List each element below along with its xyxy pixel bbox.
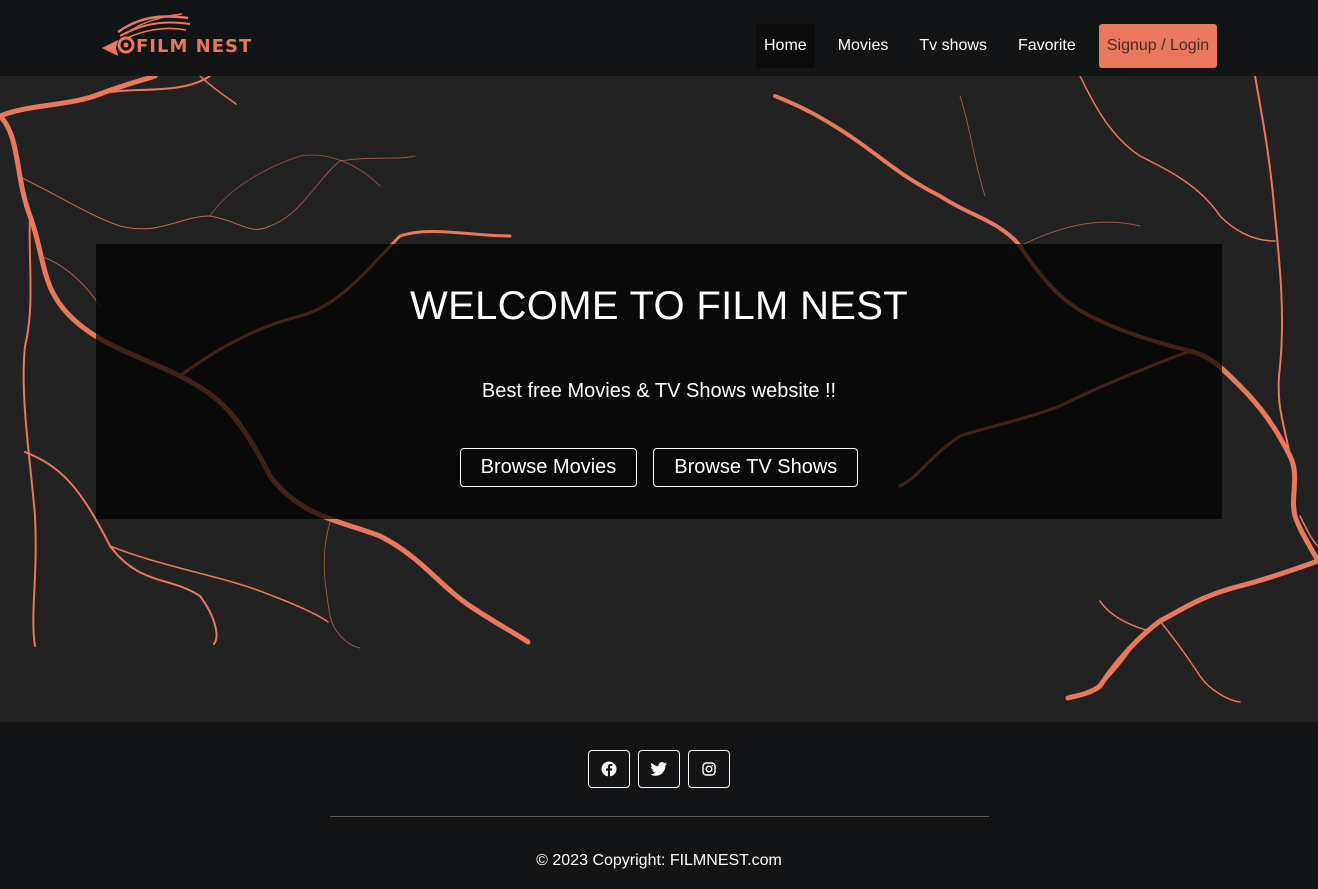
copyright-text: © 2023 Copyright: FILMNEST.com	[536, 852, 782, 869]
twitter-icon	[651, 762, 667, 776]
nav-movies[interactable]: Movies	[830, 24, 897, 68]
social-links	[588, 750, 730, 788]
browse-tv-shows-button[interactable]: Browse TV Shows	[653, 448, 859, 487]
hero-overlay: WELCOME TO FILM NEST Best free Movies & …	[96, 244, 1222, 519]
nav-tv-shows[interactable]: Tv shows	[911, 24, 995, 68]
hero-subtitle: Best free Movies & TV Shows website !!	[481, 380, 837, 402]
facebook-icon	[601, 761, 617, 777]
nav-favorite[interactable]: Favorite	[1010, 24, 1084, 68]
footer: © 2023 Copyright: FILMNEST.com	[0, 722, 1318, 889]
hero-buttons: Browse Movies Browse TV Shows	[96, 448, 1222, 487]
navbar: FILM NEST Home Movies Tv shows Favorite …	[0, 0, 1318, 76]
signup-login-button[interactable]: Signup / Login	[1099, 24, 1217, 68]
hero-section: WELCOME TO FILM NEST Best free Movies & …	[0, 76, 1318, 722]
brand-name: FILM NEST	[136, 36, 253, 57]
twitter-button[interactable]	[638, 750, 680, 788]
nav-links: Home Movies Tv shows Favorite	[756, 24, 1099, 68]
instagram-button[interactable]	[688, 750, 730, 788]
nav-home[interactable]: Home	[756, 24, 815, 68]
footer-divider	[330, 816, 989, 817]
browse-movies-button[interactable]: Browse Movies	[459, 448, 638, 487]
facebook-button[interactable]	[588, 750, 630, 788]
hero-title: WELCOME TO FILM NEST	[410, 284, 908, 328]
instagram-icon	[702, 762, 716, 776]
